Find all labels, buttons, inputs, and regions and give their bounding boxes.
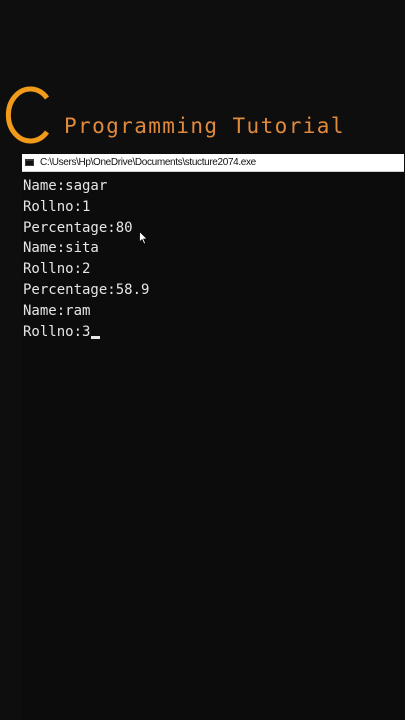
channel-title: Programming Tutorial (64, 114, 345, 138)
console-input-line[interactable]: Rollno:3 (23, 322, 403, 343)
channel-branding: Programming Tutorial (0, 84, 405, 150)
console-line: Name:sagar (23, 178, 108, 194)
console-output[interactable]: Name:sagar Rollno:1 Percentage:80 Name:s… (23, 176, 403, 342)
console-window[interactable]: C:\Users\Hp\OneDrive\Documents\stucture2… (22, 154, 404, 720)
video-frame: Programming Tutorial C:\Users\Hp\OneDriv… (0, 0, 405, 720)
console-app-icon[interactable] (25, 159, 34, 166)
window-title: C:\Users\Hp\OneDrive\Documents\stucture2… (40, 157, 256, 168)
mouse-pointer-icon (139, 231, 149, 245)
console-line: Percentage:80 (23, 219, 133, 236)
console-line: Rollno:2 (23, 261, 91, 278)
console-line-text: Rollno:3 (23, 323, 91, 340)
c-logo-icon (5, 86, 50, 144)
text-cursor (91, 335, 101, 339)
console-line: Percentage:58.9 (23, 281, 150, 298)
console-line: Rollno:1 (23, 198, 91, 215)
console-line: Name:ram (23, 302, 91, 319)
console-line: Name:sita (23, 240, 99, 257)
window-titlebar[interactable]: C:\Users\Hp\OneDrive\Documents\stucture2… (22, 154, 404, 172)
